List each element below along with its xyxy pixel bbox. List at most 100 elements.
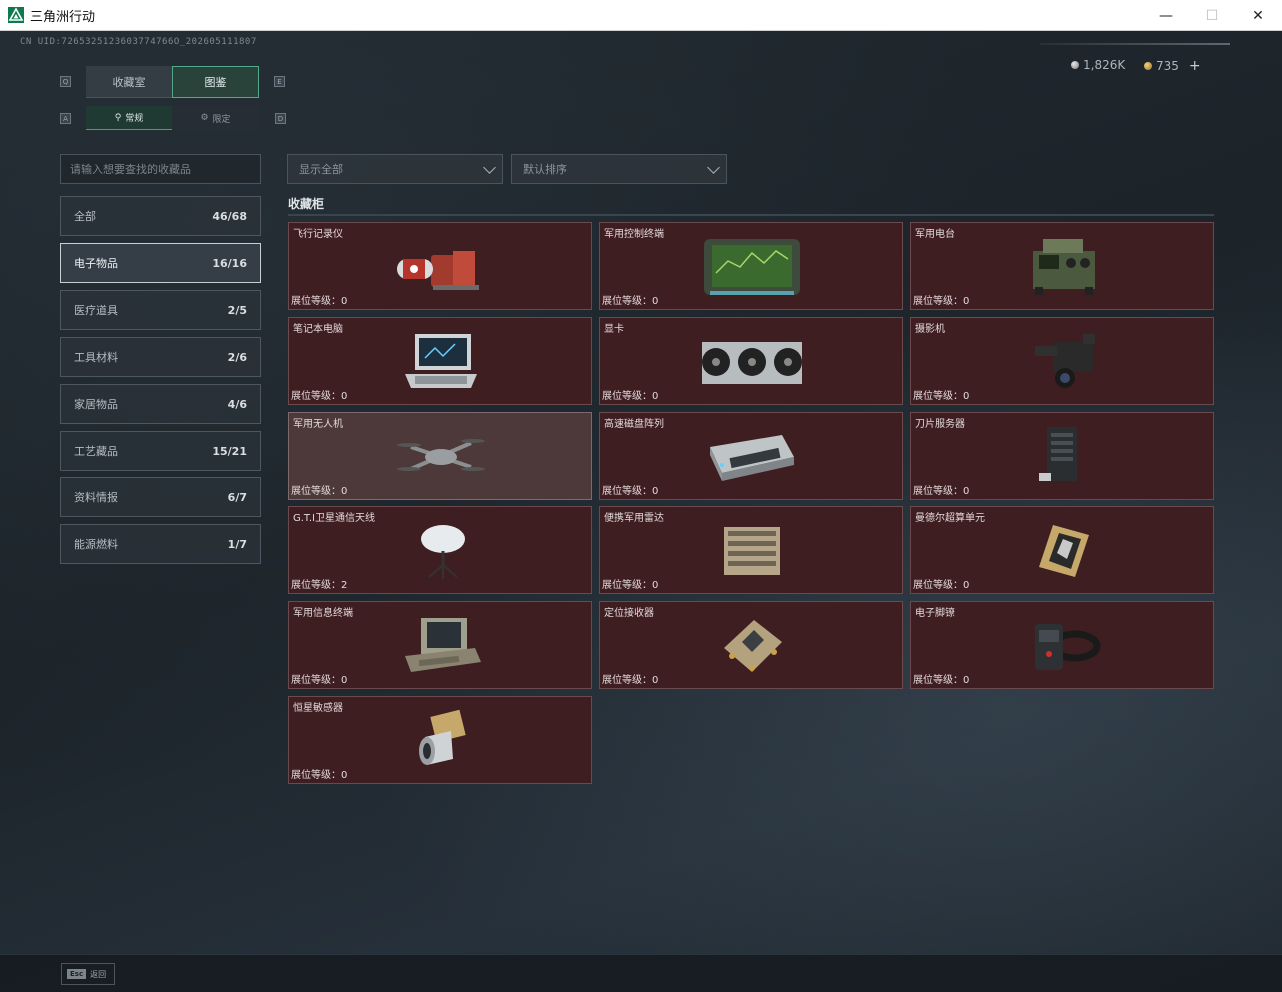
cabinet-slot[interactable]: 便携军用雷达 展位等级：0 [599, 506, 903, 594]
category-count: 1/7 [227, 537, 247, 551]
category-energy[interactable]: 能源燃料 1/7 [60, 524, 261, 564]
tab-left-key: Q [60, 76, 71, 87]
slot-level-value: 2 [341, 580, 348, 591]
slot-level-label: 展位等级： [913, 391, 963, 402]
tab-collection-room[interactable]: 收藏室 [86, 66, 172, 98]
back-label: 返回 [90, 969, 107, 979]
minimize-button[interactable]: — [1143, 0, 1189, 31]
maximize-button[interactable]: ☐ [1189, 0, 1235, 31]
category-count: 4/6 [227, 397, 247, 411]
cabinet-slot[interactable]: 军用控制终端 展位等级：0 [599, 222, 903, 310]
disk-array-icon [710, 435, 794, 481]
tab-codex[interactable]: 图鉴 [172, 66, 259, 98]
category-medical[interactable]: 医疗道具 2/5 [60, 290, 261, 330]
sort-dropdown[interactable]: 默认排序 [511, 154, 727, 184]
close-button[interactable]: ✕ [1235, 0, 1281, 31]
category-count: 15/21 [212, 444, 247, 458]
slot-item-name: 军用控制终端 [604, 229, 664, 240]
slot-item-name: 便携军用雷达 [604, 513, 664, 524]
slot-level: 展位等级：2 [291, 576, 347, 591]
category-label: 全部 [74, 210, 96, 223]
cabinet-slot[interactable]: 刀片服务器 展位等级：0 [910, 412, 1214, 500]
slot-level-value: 0 [963, 486, 970, 497]
slot-level-label: 展位等级： [602, 580, 652, 591]
category-all[interactable]: 全部 46/68 [60, 196, 261, 236]
category-crafts[interactable]: 工艺藏品 15/21 [60, 431, 261, 471]
gold-coin-icon [1144, 62, 1152, 70]
cabinet-slot[interactable]: 笔记本电脑 展位等级：0 [288, 317, 592, 405]
limited-icon: ⚙ [200, 113, 209, 123]
chevron-down-icon [483, 161, 496, 174]
supercomputer-unit-icon [1039, 525, 1089, 577]
slot-level: 展位等级：0 [291, 387, 347, 402]
regular-icon: ⚲ [114, 112, 122, 123]
cabinet-slot[interactable]: 飞行记录仪 展位等级：0 [288, 222, 592, 310]
flight-recorder-icon [397, 251, 479, 290]
subtab-limited-label: 限定 [212, 114, 231, 125]
category-label: 工艺藏品 [74, 445, 118, 458]
gold-currency: 735 + [1144, 58, 1201, 74]
slot-level-label: 展位等级： [913, 675, 963, 686]
cabinet-slot[interactable]: G.T.I卫星通信天线 展位等级：2 [288, 506, 592, 594]
cabinet-slot[interactable]: 军用无人机 展位等级：0 [288, 412, 592, 500]
slot-level-value: 0 [652, 580, 659, 591]
slot-level: 展位等级：0 [602, 671, 658, 686]
cabinet-slot[interactable]: 曼德尔超算单元 展位等级：0 [910, 506, 1214, 594]
bottom-bar: Esc 返回 [0, 954, 1282, 992]
slot-item-name: 定位接收器 [604, 608, 654, 619]
display-filter-value: 显示全部 [299, 163, 343, 176]
slot-item-name: 摄影机 [915, 324, 945, 335]
subtab-right-key: D [275, 113, 286, 124]
category-household[interactable]: 家居物品 4/6 [60, 384, 261, 424]
slot-item-name: 刀片服务器 [915, 419, 965, 430]
cabinet-slot[interactable]: 军用信息终端 展位等级：0 [288, 601, 592, 689]
search-input[interactable]: 请输入想要查找的收藏品 [60, 154, 261, 184]
category-count: 2/6 [227, 350, 247, 364]
slot-level: 展位等级：0 [602, 482, 658, 497]
back-button[interactable]: Esc 返回 [61, 963, 115, 985]
cabinet-slot[interactable]: 摄影机 展位等级：0 [910, 317, 1214, 405]
cabinet-slot[interactable]: 高速磁盘阵列 展位等级：0 [599, 412, 903, 500]
slot-level-label: 展位等级： [913, 486, 963, 497]
slot-item-name: 军用无人机 [293, 419, 343, 430]
slot-level: 展位等级：0 [913, 671, 969, 686]
slot-level-value: 0 [341, 675, 348, 686]
app-logo-icon [8, 7, 24, 23]
cabinet-slot[interactable]: 电子脚镣 展位等级：0 [910, 601, 1214, 689]
slot-level-label: 展位等级： [602, 486, 652, 497]
slot-level: 展位等级：0 [913, 387, 969, 402]
category-label: 医疗道具 [74, 304, 118, 317]
category-intel[interactable]: 资料情报 6/7 [60, 477, 261, 517]
drone-icon [397, 439, 485, 471]
display-filter-dropdown[interactable]: 显示全部 [287, 154, 503, 184]
subtab-regular[interactable]: ⚲ 常规 [86, 106, 172, 130]
slot-level: 展位等级：0 [913, 576, 969, 591]
silver-amount: 1,826K [1083, 58, 1126, 72]
slot-level-value: 0 [652, 486, 659, 497]
slot-level-value: 0 [341, 486, 348, 497]
cabinet-slot[interactable]: 显卡 展位等级：0 [599, 317, 903, 405]
slot-level: 展位等级：0 [291, 292, 347, 307]
slot-level: 展位等级：0 [602, 387, 658, 402]
slot-level-label: 展位等级： [913, 296, 963, 307]
game-viewport: CN UID:7265325123603774766O_202605111807… [0, 31, 1282, 992]
slot-item-name: 电子脚镣 [915, 608, 955, 619]
category-count: 6/7 [227, 490, 247, 504]
cabinet-slot[interactable]: 军用电台 展位等级：0 [910, 222, 1214, 310]
gold-amount: 735 [1156, 59, 1179, 73]
cabinet-slot[interactable]: 恒星敏感器 展位等级：0 [288, 696, 592, 784]
slot-level: 展位等级：0 [602, 576, 658, 591]
category-electronics[interactable]: 电子物品 16/16 [60, 243, 261, 283]
slot-level: 展位等级：0 [913, 292, 969, 307]
slot-level: 展位等级：0 [291, 766, 347, 781]
slot-level-value: 0 [963, 580, 970, 591]
slot-item-name: 军用信息终端 [293, 608, 353, 619]
add-currency-button[interactable]: + [1189, 58, 1201, 74]
subtab-limited[interactable]: ⚙ 限定 [172, 106, 259, 130]
cabinet-slot[interactable]: 定位接收器 展位等级：0 [599, 601, 903, 689]
slot-level-label: 展位等级： [602, 391, 652, 402]
laptop-icon [405, 334, 477, 388]
category-tools[interactable]: 工具材料 2/6 [60, 337, 261, 377]
cabinet-title: 收藏柜 [288, 197, 325, 211]
tab-right-key: E [274, 76, 285, 87]
